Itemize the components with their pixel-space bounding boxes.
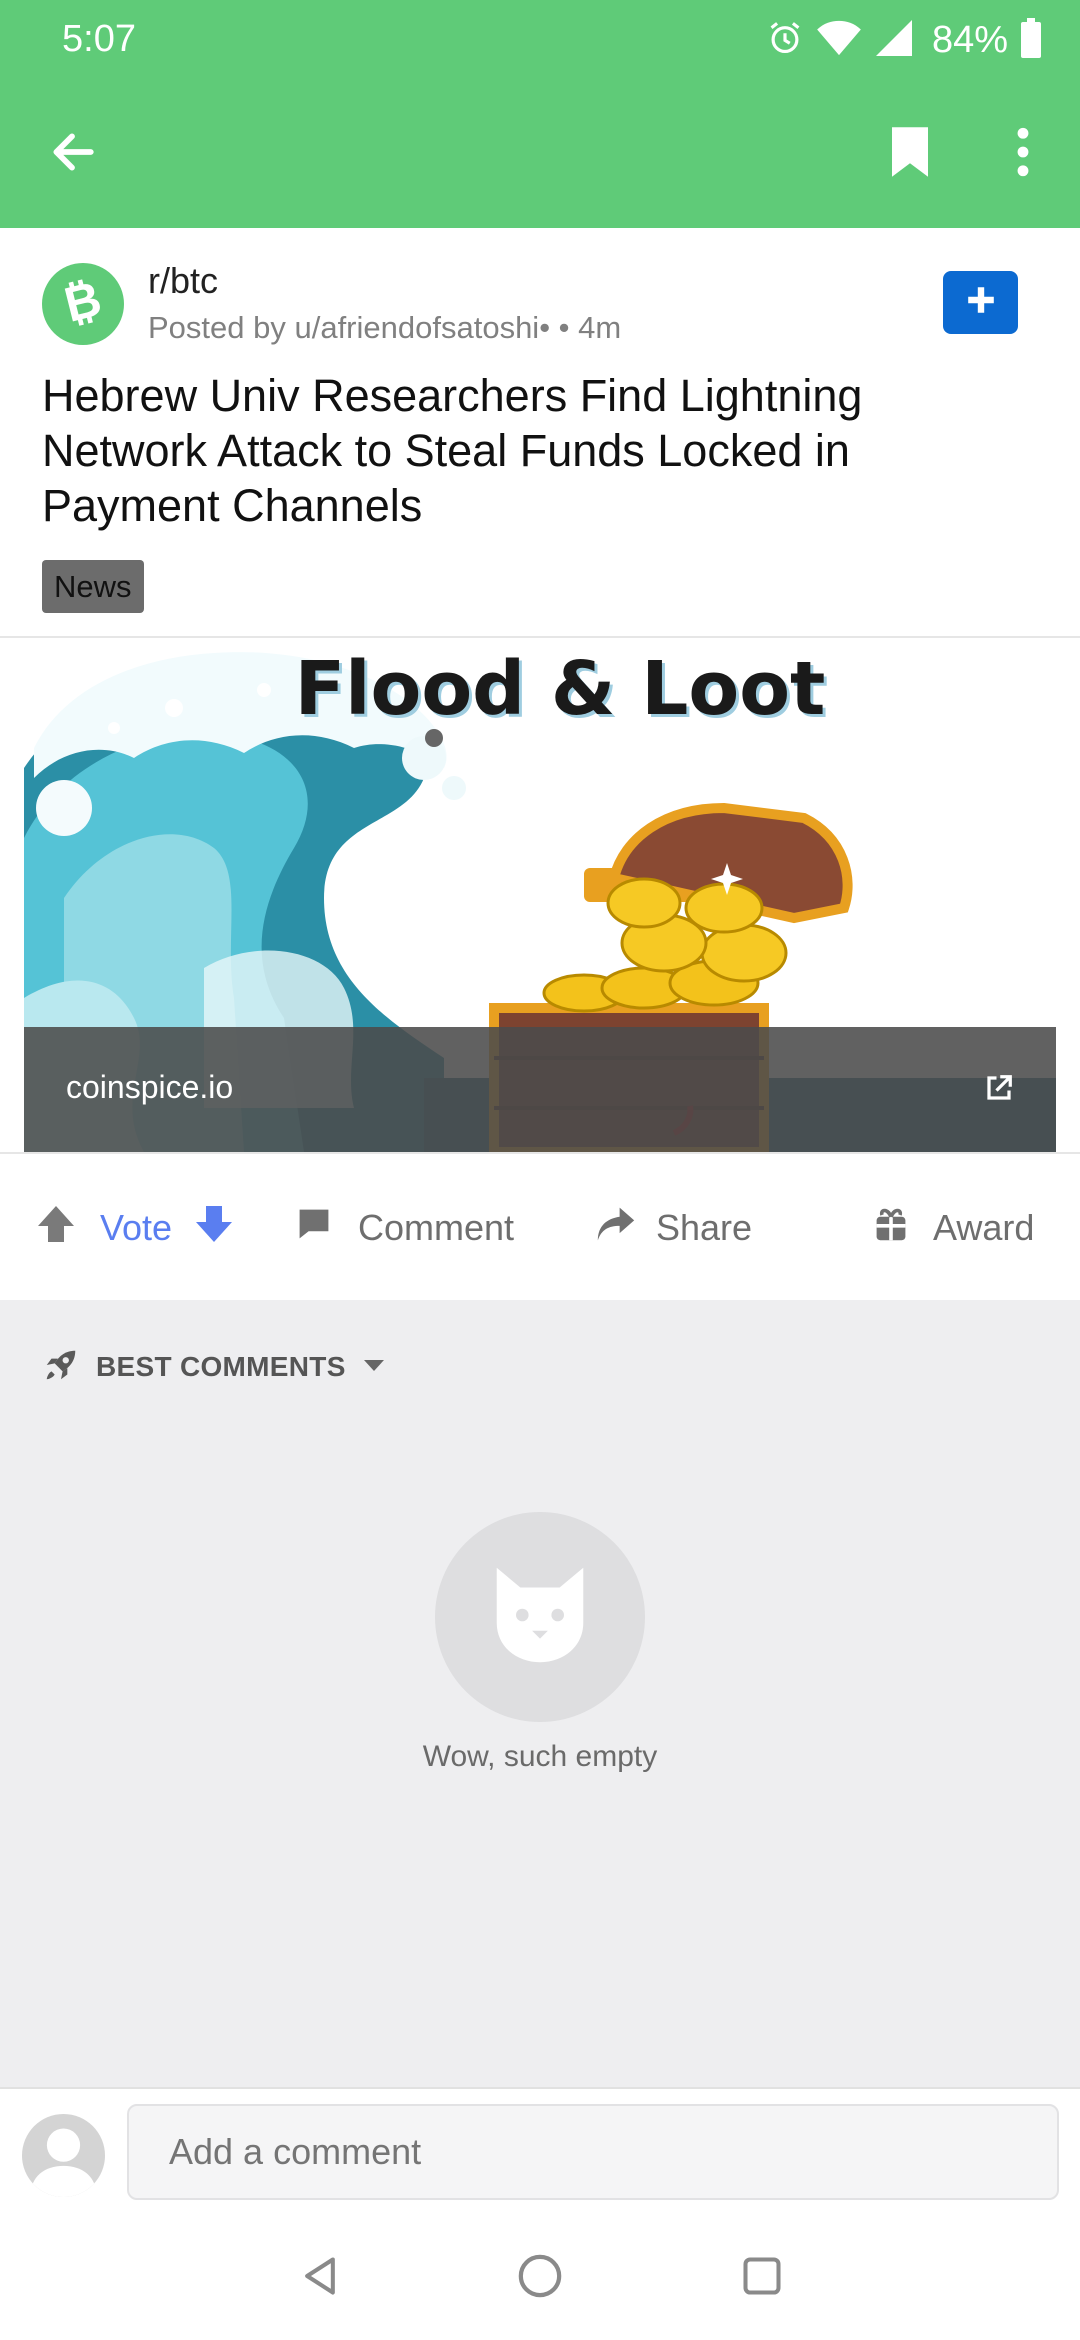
comments-section: BEST COMMENTS Wow, such empty [0, 1300, 1080, 2087]
link-domain: coinspice.io [66, 1069, 234, 1105]
subreddit-name[interactable]: r/btc [148, 260, 218, 302]
subreddit-avatar[interactable]: B [42, 263, 124, 345]
bitcoin-cash-icon: B [55, 271, 111, 335]
alarm-icon [766, 19, 804, 62]
rocket-icon [42, 1346, 80, 1389]
bookmark-button[interactable] [870, 114, 950, 194]
more-options-button[interactable] [990, 114, 1056, 194]
empty-state-graphic [435, 1512, 645, 1722]
status-bar: 5:07 84% [0, 0, 1080, 80]
nav-back-button[interactable] [285, 2243, 355, 2313]
system-navigation-bar [0, 2217, 1080, 2340]
share-label: Share [656, 1207, 753, 1248]
empty-state-text: Wow, such empty [422, 1740, 658, 1773]
award-button[interactable]: Award [873, 1194, 1034, 1262]
external-link-icon [984, 1073, 1014, 1108]
award-label: Award [933, 1207, 1035, 1248]
post-action-bar: Vote Comment Share Award [0, 1154, 1080, 1300]
back-button[interactable] [30, 114, 114, 194]
post-title[interactable]: Hebrew Univ Researchers Find Lightning N… [42, 368, 1022, 533]
top-app-bar: 5:07 84% [0, 0, 1080, 228]
back-arrow-icon [47, 127, 97, 182]
share-icon [596, 1205, 636, 1252]
post-author[interactable]: Posted by u/afriendofsatoshi• [148, 310, 550, 345]
plus-icon [965, 284, 997, 321]
cat-face-icon [481, 1556, 599, 1679]
svg-text:B: B [59, 274, 106, 330]
comment-icon [296, 1206, 332, 1251]
signal-icon [874, 18, 914, 63]
user-avatar[interactable] [22, 2114, 105, 2197]
bookmark-icon [887, 125, 933, 184]
status-icons: 84% [766, 14, 1042, 66]
preview-image-title: Flood & Loot [294, 646, 826, 732]
nav-recents-button[interactable] [727, 2243, 797, 2313]
gift-icon [873, 1206, 909, 1251]
downvote-button[interactable] [194, 1204, 234, 1253]
post-flair: News [42, 560, 144, 613]
battery-percent: 84% [931, 18, 1008, 61]
post-header: B r/btc Posted by u/afriendofsatoshi• • … [0, 228, 1080, 368]
status-time: 5:07 [62, 18, 136, 60]
sort-label: BEST COMMENTS [96, 1351, 346, 1382]
vote-label: Vote [100, 1207, 173, 1248]
more-vert-icon [1016, 127, 1030, 182]
comment-label: Comment [358, 1207, 515, 1248]
upvote-button[interactable] [36, 1204, 76, 1253]
post-meta: Posted by u/afriendofsatoshi• • 4m [148, 310, 621, 346]
nav-home-circle-icon [517, 2253, 563, 2304]
nav-home-button[interactable] [505, 2243, 575, 2313]
nav-back-triangle-icon [298, 2254, 342, 2303]
comment-input[interactable] [127, 2104, 1059, 2200]
nav-recents-square-icon [740, 2254, 784, 2303]
add-comment-bar [0, 2087, 1080, 2217]
user-silhouette-icon [30, 2128, 97, 2197]
comment-sort-button[interactable]: BEST COMMENTS [42, 1346, 386, 1388]
post-age: • 4m [550, 310, 622, 345]
comment-button[interactable]: Comment [296, 1194, 514, 1262]
join-subreddit-button[interactable] [943, 271, 1018, 334]
link-domain-bar[interactable]: coinspice.io [24, 1027, 1056, 1152]
chevron-down-icon [362, 1357, 386, 1378]
link-preview[interactable]: Flood & Loot coinspice.io [0, 636, 1080, 1154]
app-bar [0, 100, 1080, 208]
vote-group: Vote [36, 1194, 234, 1262]
share-button[interactable]: Share [596, 1194, 752, 1262]
battery-icon [1020, 17, 1042, 63]
wifi-icon [816, 19, 862, 62]
